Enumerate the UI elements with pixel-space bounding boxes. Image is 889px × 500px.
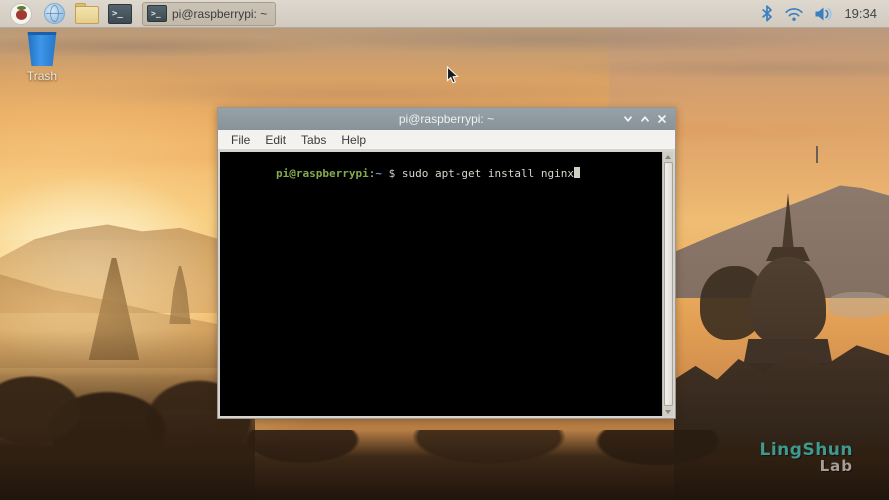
terminal-scrollbar[interactable] (662, 152, 673, 416)
taskbar-task-button[interactable]: >_ pi@raspberrypi: ~ (142, 1, 277, 26)
app-menu-button[interactable] (8, 2, 34, 26)
web-browser-button[interactable] (41, 2, 67, 26)
terminal-icon: >_ (108, 3, 132, 24)
folder-icon (75, 2, 99, 24)
bluetooth-icon[interactable] (760, 5, 774, 22)
menu-edit[interactable]: Edit (265, 133, 286, 147)
taskbar-clock[interactable]: 19:34 (844, 6, 877, 21)
speaker-icon[interactable] (814, 6, 834, 22)
prompt-symbol: $ (381, 167, 402, 180)
scroll-down-arrow[interactable] (663, 407, 673, 416)
menu-help[interactable]: Help (341, 133, 366, 147)
task-button-label: pi@raspberrypi: ~ (172, 6, 268, 21)
terminal-icon: >_ (147, 5, 167, 22)
scrollbar-thumb[interactable] (663, 162, 673, 406)
chevron-down-icon[interactable] (623, 114, 633, 124)
desktop-screen: >_ >_ pi@raspberrypi: ~ 19:34 Trash pi@r… (0, 0, 889, 500)
terminal-output[interactable]: pi@raspberrypi:~ $ sudo apt-get install … (220, 152, 662, 416)
terminal-window: pi@raspberrypi: ~ File Edit Tabs Help pi (217, 107, 676, 419)
taskbar: >_ >_ pi@raspberrypi: ~ 19:34 (0, 0, 889, 28)
globe-icon (43, 3, 65, 24)
close-icon[interactable] (657, 114, 667, 124)
menu-file[interactable]: File (231, 133, 250, 147)
chevron-up-icon[interactable] (640, 114, 650, 124)
scroll-up-arrow[interactable] (663, 152, 673, 161)
prompt-path: ~ (375, 167, 382, 180)
terminal-cursor (574, 167, 581, 178)
trash-desktop-icon[interactable]: Trash (16, 32, 68, 83)
window-title: pi@raspberrypi: ~ (398, 112, 495, 126)
terminal-menubar: File Edit Tabs Help (218, 130, 675, 150)
terminal-content-area: pi@raspberrypi:~ $ sudo apt-get install … (218, 150, 675, 418)
wallpaper-foreground-bottom (0, 430, 889, 500)
prompt-user-host: pi@raspberrypi (275, 167, 369, 180)
watermark: LingShun Lab (760, 442, 853, 474)
raspberry-icon (10, 2, 32, 25)
window-titlebar[interactable]: pi@raspberrypi: ~ (218, 108, 675, 130)
trash-icon (27, 32, 57, 66)
typed-command: sudo apt-get install nginx (401, 167, 575, 180)
watermark-line2: Lab (819, 457, 853, 475)
trash-label: Trash (26, 69, 58, 83)
menu-tabs[interactable]: Tabs (301, 133, 326, 147)
wifi-icon[interactable] (784, 6, 804, 22)
wallpaper-tower-silhouette (816, 146, 818, 163)
terminal-launcher-button[interactable]: >_ (107, 2, 133, 26)
pagoda-dome (750, 257, 826, 345)
system-tray: 19:34 (760, 5, 881, 22)
window-controls (623, 114, 675, 124)
pagoda-spire (782, 193, 794, 251)
file-manager-button[interactable] (74, 2, 100, 26)
